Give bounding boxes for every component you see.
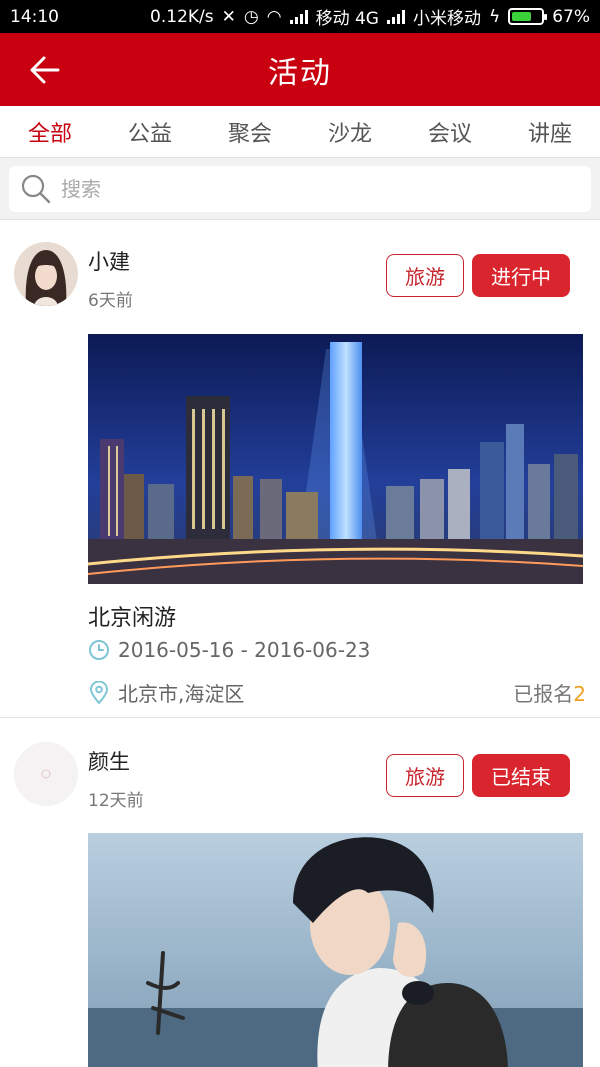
carrier-secondary: 小米移动 xyxy=(412,9,481,29)
battery-percent: 67% xyxy=(552,6,590,27)
activity-card[interactable]: 小建 6天前 旅游 进行中 北京闲游 2016-05-16 - 2016-06-… xyxy=(0,220,600,718)
mute-icon: ✕ xyxy=(221,6,236,27)
status-badge[interactable]: 进行中 xyxy=(472,254,570,297)
location-text: 北京市,海淀区 xyxy=(118,682,245,706)
network-speed: 0.12K/s xyxy=(150,6,214,27)
signup-count: 已报名2 xyxy=(513,678,586,707)
activity-title[interactable]: 北京闲游 xyxy=(88,600,176,632)
search-box[interactable] xyxy=(9,166,591,212)
avatar[interactable] xyxy=(14,242,78,306)
page-title: 活动 xyxy=(268,55,332,91)
location-row: 北京市,海淀区 xyxy=(88,678,244,707)
clock-icon xyxy=(89,640,109,660)
battery-icon xyxy=(508,8,548,25)
avatar[interactable] xyxy=(14,742,78,806)
signup-label: 已报名 xyxy=(513,682,574,706)
back-button[interactable] xyxy=(22,47,68,93)
date-range: 2016-05-16 - 2016-06-23 xyxy=(118,638,371,662)
alarm-icon: ◷ xyxy=(243,6,259,27)
tab-meeting[interactable]: 会议 xyxy=(400,116,500,148)
search-input[interactable] xyxy=(61,177,541,201)
back-arrow-icon xyxy=(30,56,60,84)
category-tag[interactable]: 旅游 xyxy=(386,754,464,797)
tab-salon[interactable]: 沙龙 xyxy=(300,116,400,148)
carrier-primary: 移动 4G xyxy=(315,9,379,29)
category-tabs: 全部 公益 聚会 沙龙 会议 讲座 xyxy=(0,106,600,158)
wifi-icon: ◠ xyxy=(266,6,282,27)
category-tag[interactable]: 旅游 xyxy=(386,254,464,297)
post-time: 12天前 xyxy=(88,791,144,811)
tab-lecture[interactable]: 讲座 xyxy=(500,116,600,148)
charging-icon: ϟ xyxy=(488,6,501,27)
signal-icon-2 xyxy=(386,9,405,24)
activity-card[interactable]: 颜生 12天前 旅游 已结束 xyxy=(0,720,600,1067)
clock: 14:10 xyxy=(10,6,59,27)
status-bar: 14:10 0.12K/s ✕ ◷ ◠ 移动 4G 小米移动 ϟ 67% xyxy=(0,0,600,33)
search-icon xyxy=(21,174,51,204)
app-header: 活动 xyxy=(0,33,600,106)
user-name[interactable]: 小建 xyxy=(88,246,130,276)
signup-number: 2 xyxy=(573,682,586,706)
signal-icon xyxy=(289,9,308,24)
activity-cover-image[interactable] xyxy=(88,833,583,1067)
status-icons: 0.12K/s ✕ ◷ ◠ 移动 4G 小米移动 ϟ 67% xyxy=(150,4,590,30)
user-name[interactable]: 颜生 xyxy=(88,746,130,776)
status-badge[interactable]: 已结束 xyxy=(472,754,570,797)
tab-party[interactable]: 聚会 xyxy=(200,116,300,148)
search-bar xyxy=(0,158,600,220)
tab-charity[interactable]: 公益 xyxy=(100,116,200,148)
date-row: 2016-05-16 - 2016-06-23 xyxy=(88,638,370,662)
tab-all[interactable]: 全部 xyxy=(0,116,100,148)
location-pin-icon xyxy=(89,680,109,705)
post-time: 6天前 xyxy=(88,291,133,311)
activity-cover-image[interactable] xyxy=(88,334,583,584)
